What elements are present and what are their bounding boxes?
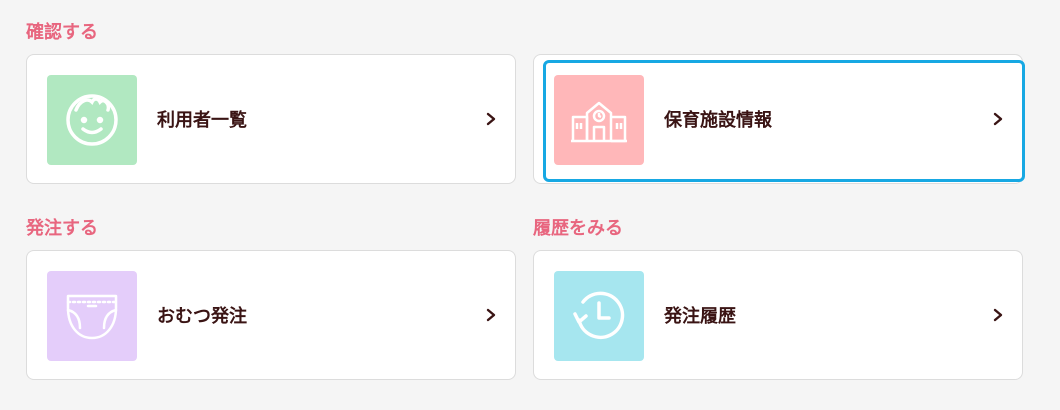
- card-diaper-order[interactable]: おむつ発注: [26, 250, 516, 380]
- icon-box-facility: [554, 75, 644, 165]
- card-label-facility: 保育施設情報: [664, 110, 772, 131]
- smiley-face-icon: [66, 94, 118, 146]
- card-user-list[interactable]: 利用者一覧: [26, 54, 516, 184]
- card-label-diaper: おむつ発注: [157, 306, 247, 327]
- card-label-history: 発注履歴: [664, 306, 736, 327]
- diaper-icon: [66, 294, 118, 340]
- school-building-icon: [571, 101, 627, 143]
- section-label-order: 発注する: [26, 218, 98, 239]
- chevron-right-icon: [486, 308, 496, 322]
- history-clock-icon: [573, 291, 625, 340]
- chevron-right-icon: [486, 112, 496, 126]
- card-facility-info[interactable]: 保育施設情報: [533, 54, 1023, 184]
- chevron-right-icon: [993, 308, 1003, 322]
- section-label-confirm: 確認する: [26, 22, 98, 43]
- card-order-history[interactable]: 発注履歴: [533, 250, 1023, 380]
- chevron-right-icon: [993, 112, 1003, 126]
- section-label-history: 履歴をみる: [533, 218, 623, 239]
- icon-box-users: [47, 75, 137, 165]
- card-label-users: 利用者一覧: [157, 110, 247, 131]
- icon-box-diaper: [47, 271, 137, 361]
- icon-box-history: [554, 271, 644, 361]
